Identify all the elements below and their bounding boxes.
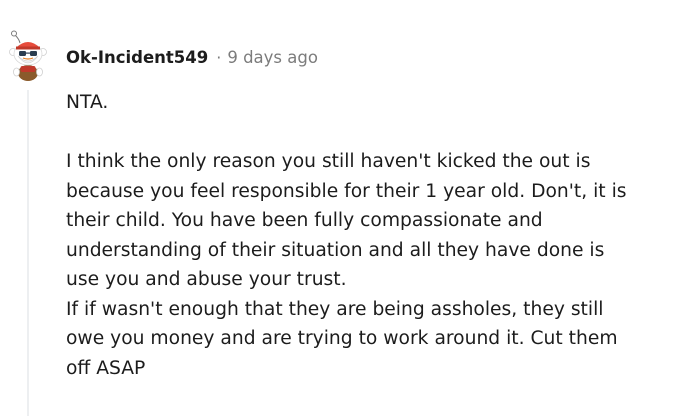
comment: Ok-Incident549 · 9 days ago NTA. I think… (0, 0, 700, 416)
comment-line: If if wasn't enough that they are being … (66, 298, 604, 320)
comment-line: understanding of their situation and all… (66, 239, 605, 261)
comment-meta: Ok-Incident549 · 9 days ago (66, 45, 318, 69)
meta-separator: · (216, 47, 222, 67)
snoo-avatar-icon (9, 30, 47, 81)
comment-line: their child. You have been fully compass… (66, 210, 543, 231)
comment-verdict: NTA. (66, 92, 109, 113)
comment-line: use you and abuse your trust. (66, 269, 347, 290)
comment-line: owe you money and are trying to work aro… (66, 328, 618, 349)
user-avatar[interactable] (8, 30, 48, 82)
comment-line: because you feel responsible for their 1… (66, 180, 627, 202)
thread-collapse-line[interactable] (27, 90, 29, 416)
author-username[interactable]: Ok-Incident549 (66, 48, 208, 67)
comment-timestamp[interactable]: 9 days ago (227, 48, 318, 67)
comment-body: NTA. I think the only reason you still h… (66, 88, 691, 383)
comment-line: I think the only reason you still haven'… (66, 151, 591, 172)
comment-line: off ASAP (66, 357, 146, 379)
